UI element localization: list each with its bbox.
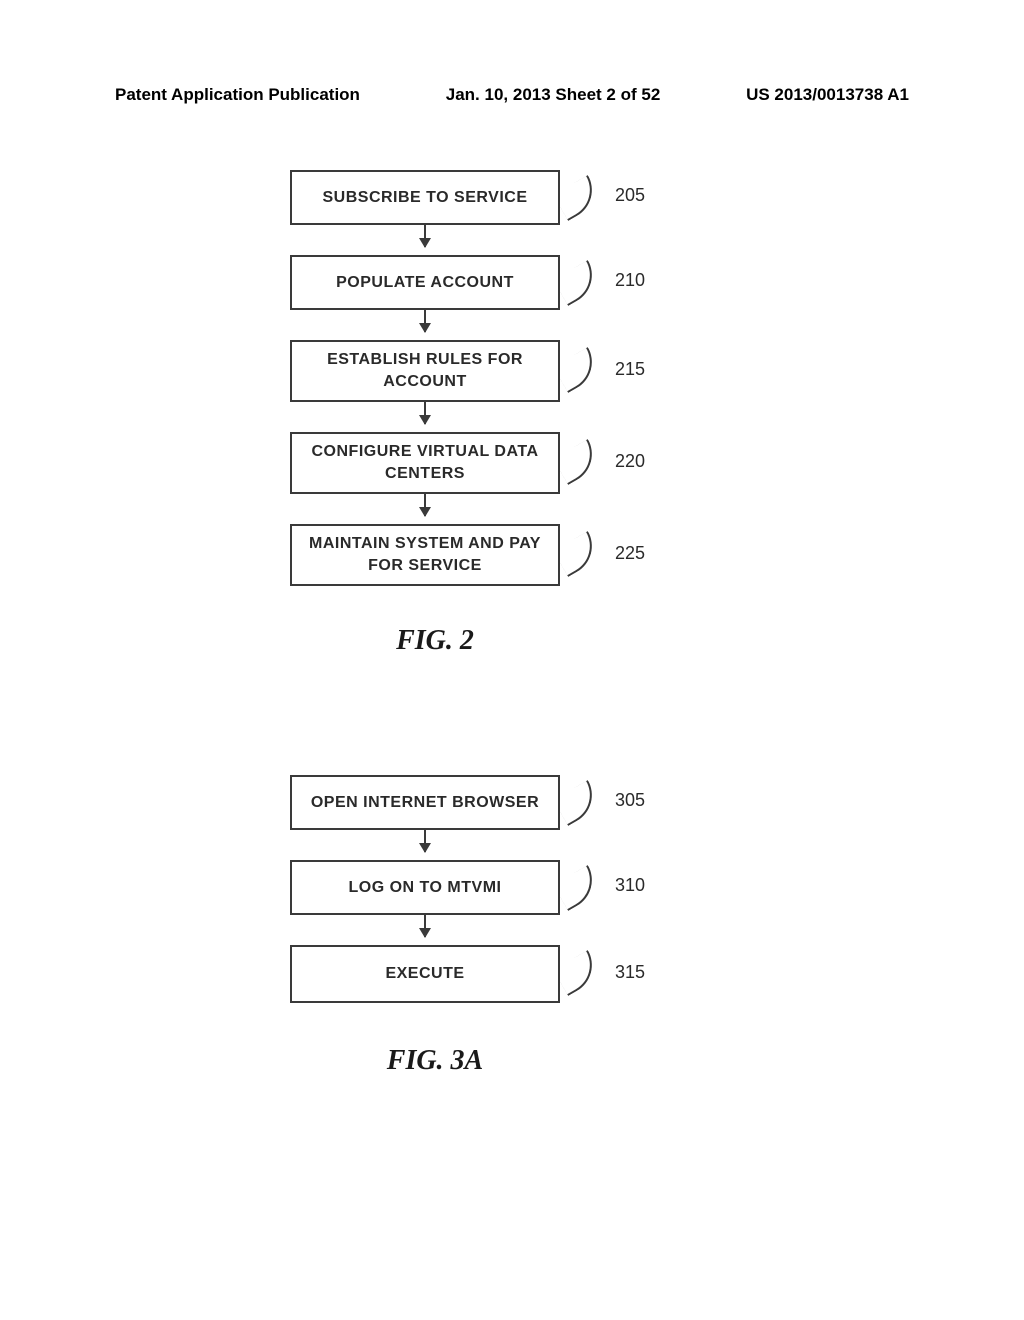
flow-step-label: EXECUTE: [385, 963, 464, 985]
ref-315: 315: [615, 962, 645, 983]
lead-curve: [553, 780, 603, 826]
flow-step-210: POPULATE ACCOUNT: [290, 255, 560, 310]
flow-step-205: SUBSCRIBE TO SERVICE: [290, 170, 560, 225]
header-pubnum: US 2013/0013738 A1: [746, 85, 909, 105]
flow-step-label: MAINTAIN SYSTEM AND PAY FOR SERVICE: [300, 533, 550, 576]
flow-step-label: CONFIGURE VIRTUAL DATA CENTERS: [300, 441, 550, 484]
flow-step-label: LOG ON TO MTVMI: [349, 877, 502, 899]
header-sheet: Jan. 10, 2013 Sheet 2 of 52: [446, 85, 661, 105]
flow-arrow-icon: [424, 494, 426, 516]
flow-arrow-icon: [424, 310, 426, 332]
lead-curve: [553, 439, 603, 485]
flow-arrow-icon: [424, 915, 426, 937]
page-header: Patent Application Publication Jan. 10, …: [0, 85, 1024, 105]
ref-305: 305: [615, 790, 645, 811]
flow-arrow-icon: [424, 402, 426, 424]
flow-step-label: ESTABLISH RULES FOR ACCOUNT: [300, 349, 550, 392]
ref-225: 225: [615, 543, 645, 564]
ref-210: 210: [615, 270, 645, 291]
flow-step-label: POPULATE ACCOUNT: [336, 272, 514, 294]
flow-step-215: ESTABLISH RULES FOR ACCOUNT: [290, 340, 560, 402]
lead-curve: [553, 950, 603, 996]
flow-step-315: EXECUTE: [290, 945, 560, 1003]
flow-step-220: CONFIGURE VIRTUAL DATA CENTERS: [290, 432, 560, 494]
ref-220: 220: [615, 451, 645, 472]
lead-curve: [553, 175, 603, 221]
flow-step-225: MAINTAIN SYSTEM AND PAY FOR SERVICE: [290, 524, 560, 586]
lead-curve: [553, 347, 603, 393]
header-publication: Patent Application Publication: [115, 85, 360, 105]
lead-curve: [553, 531, 603, 577]
figure-2-label: FIG. 2: [335, 625, 535, 657]
ref-205: 205: [615, 185, 645, 206]
flow-step-310: LOG ON TO MTVMI: [290, 860, 560, 915]
flow-step-label: OPEN INTERNET BROWSER: [311, 792, 539, 814]
flow-step-305: OPEN INTERNET BROWSER: [290, 775, 560, 830]
flow-arrow-icon: [424, 830, 426, 852]
flow-step-label: SUBSCRIBE TO SERVICE: [322, 187, 527, 209]
lead-curve: [553, 865, 603, 911]
flow-arrow-icon: [424, 225, 426, 247]
ref-310: 310: [615, 875, 645, 896]
ref-215: 215: [615, 359, 645, 380]
lead-curve: [553, 260, 603, 306]
figure-3a-label: FIG. 3A: [335, 1045, 535, 1077]
